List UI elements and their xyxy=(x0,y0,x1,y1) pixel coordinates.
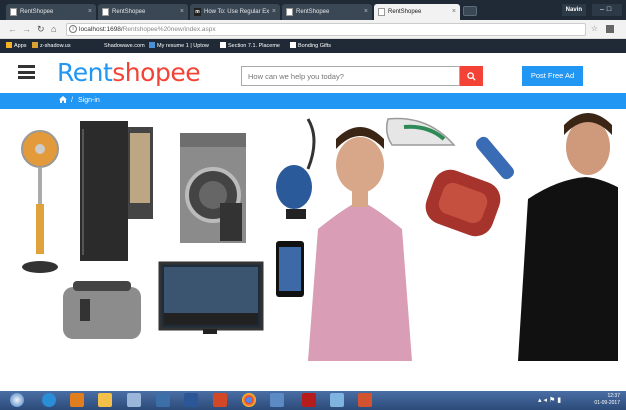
vacuum-cleaner-image xyxy=(276,118,316,219)
app3-icon[interactable] xyxy=(213,393,227,407)
chrome-icon[interactable] xyxy=(242,393,256,407)
hero-banner-image xyxy=(21,113,618,361)
ie-icon[interactable] xyxy=(42,393,56,407)
breadcrumb-separator: / xyxy=(71,97,73,104)
paint-icon[interactable] xyxy=(330,393,344,407)
browser-tab[interactable]: m How To: Use Regular Ex × xyxy=(190,4,280,20)
start-icon[interactable] xyxy=(10,393,24,407)
close-tab-icon[interactable]: × xyxy=(88,4,92,20)
windows-taskbar: ▴◂⚑▮ 12:37 01-09-2017 xyxy=(0,391,626,410)
television-image xyxy=(158,261,264,334)
page-icon xyxy=(10,8,17,16)
media-icon[interactable] xyxy=(70,393,84,407)
close-tab-icon[interactable]: × xyxy=(452,4,456,20)
network-icon[interactable] xyxy=(270,393,284,407)
url-path: Rentshopee%20new/index.aspx xyxy=(122,26,216,33)
person-icon xyxy=(32,42,38,48)
browser-toolbar: ← → ↻ ⌂ i localhost:1698/Rentshopee%20ne… xyxy=(0,20,626,39)
smartphone-image xyxy=(276,241,304,297)
hamburger-menu-icon[interactable] xyxy=(18,65,35,79)
app1-icon[interactable] xyxy=(156,393,170,407)
tab-label: RentShopee xyxy=(112,9,146,15)
chrome-menu-icon[interactable] xyxy=(606,25,614,33)
search-input[interactable] xyxy=(241,66,460,86)
tab-label: RentShopee xyxy=(296,9,330,15)
bookmark-item[interactable]: z-shadow.us xyxy=(32,42,71,50)
m-icon: m xyxy=(194,8,201,16)
apps-grid-icon xyxy=(6,42,12,48)
breadcrumb: / Sign-in xyxy=(0,93,626,109)
tab-label: How To: Use Regular Ex xyxy=(204,9,270,15)
browser-tab[interactable]: RentShopee × xyxy=(6,4,96,20)
browser-tab[interactable]: RentShopee × xyxy=(282,4,372,20)
pedestal-fan-image xyxy=(21,130,59,273)
back-arrow-icon[interactable]: ← xyxy=(8,23,17,36)
info-icon[interactable]: i xyxy=(69,25,77,33)
satellite-icon[interactable] xyxy=(127,393,141,407)
breadcrumb-sign-in-link[interactable]: Sign-in xyxy=(78,93,100,109)
reload-icon[interactable]: ↻ xyxy=(37,23,45,36)
window-controls[interactable]: –□ xyxy=(592,4,622,16)
tab-label: RentShopee xyxy=(388,9,422,15)
linkedin-icon xyxy=(149,42,155,48)
bookmark-item[interactable]: Shadowave.com xyxy=(104,42,145,50)
system-tray-icons[interactable]: ▴◂⚑▮ xyxy=(538,396,563,404)
home-icon[interactable] xyxy=(59,93,67,109)
page-icon xyxy=(286,8,293,16)
site-header: Rentshopee Post Free Ad xyxy=(0,53,626,93)
search-icon xyxy=(467,72,476,81)
new-tab-button[interactable] xyxy=(463,6,477,16)
hair-trimmer-image xyxy=(476,136,514,180)
bookmark-item[interactable]: My resume 1 | Uptow xyxy=(149,42,209,50)
bookmark-item[interactable]: Section 7.1. Placeme xyxy=(220,42,280,50)
clock-date: 01-09-2017 xyxy=(594,400,620,406)
bookmark-apps[interactable]: Apps xyxy=(6,42,27,50)
man-pink-shirt-image xyxy=(308,127,412,361)
page-icon xyxy=(290,42,296,48)
app2-icon[interactable] xyxy=(184,393,198,407)
hero-banner xyxy=(8,109,618,361)
forward-arrow-icon[interactable]: → xyxy=(22,23,31,36)
close-tab-icon[interactable]: × xyxy=(364,4,368,20)
steam-iron-image xyxy=(385,117,456,146)
search-button[interactable] xyxy=(460,66,483,86)
sandwich-maker-image xyxy=(425,169,501,237)
man-black-shirt-image xyxy=(518,113,618,361)
refrigerator-image xyxy=(80,121,153,261)
microwave-image xyxy=(220,203,242,241)
site-logo[interactable]: Rentshopee xyxy=(57,58,201,88)
browser-tab[interactable]: RentShopee × xyxy=(98,4,188,20)
explorer-icon[interactable] xyxy=(98,393,112,407)
page-icon xyxy=(102,8,109,16)
browser-tab-strip: RentShopee × RentShopee × m How To: Use … xyxy=(0,0,626,20)
toaster-image xyxy=(63,281,141,339)
url-host: localhost:1698/ xyxy=(79,26,123,33)
page-icon xyxy=(220,42,226,48)
browser-tab-active[interactable]: RentShopee × xyxy=(374,4,460,20)
bookmark-star-icon[interactable]: ☆ xyxy=(591,24,598,33)
clock-time: 12:37 xyxy=(607,393,620,399)
powerpoint-icon[interactable] xyxy=(358,393,372,407)
bookmark-item[interactable]: Bonding Gifts xyxy=(290,42,331,50)
home-icon[interactable]: ⌂ xyxy=(51,23,56,36)
filezilla-icon[interactable] xyxy=(302,393,316,407)
address-bar[interactable]: i localhost:1698/Rentshopee%20new/index.… xyxy=(66,23,586,36)
bookmarks-bar: Apps z-shadow.us Shadowave.com My resume… xyxy=(0,39,626,53)
close-tab-icon[interactable]: × xyxy=(272,4,276,20)
profile-button[interactable]: Navin xyxy=(561,4,586,16)
clock[interactable]: 12:37 01-09-2017 xyxy=(594,393,620,407)
close-tab-icon[interactable]: × xyxy=(180,4,184,20)
page-icon xyxy=(378,8,385,16)
tab-label: RentShopee xyxy=(20,9,54,15)
post-free-ad-button[interactable]: Post Free Ad xyxy=(522,66,583,86)
